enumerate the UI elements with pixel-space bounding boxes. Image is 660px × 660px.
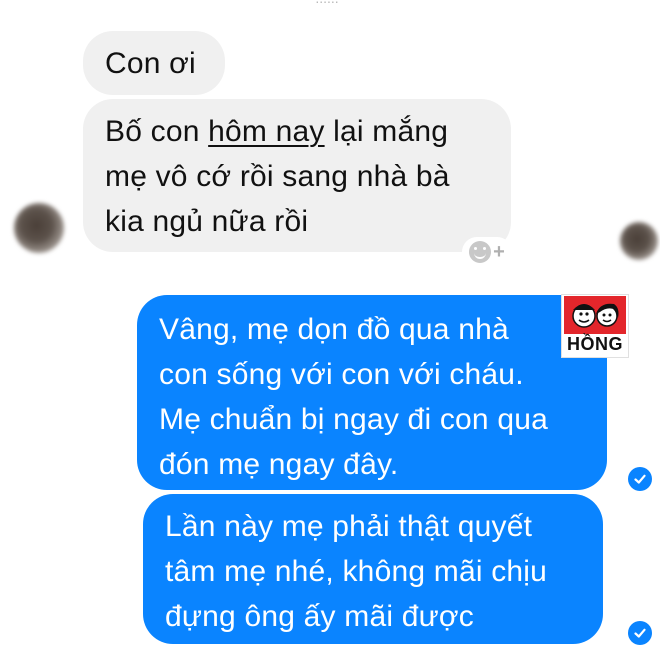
- sender-avatar[interactable]: [14, 203, 64, 253]
- seen-check-icon: [628, 621, 652, 645]
- message-bubble-incoming-1[interactable]: Con ơi: [83, 31, 225, 95]
- seen-avatar: [620, 222, 658, 260]
- message-bubble-outgoing-1[interactable]: Vâng, mẹ dọn đồ qua nhà con sống với con…: [137, 295, 607, 490]
- add-reaction-button[interactable]: +: [462, 237, 512, 267]
- logo-text: HỒNG: [567, 334, 623, 354]
- seen-check-icon: [628, 467, 652, 491]
- message-bubble-incoming-2[interactable]: Bố con hôm nay lại mắng mẹ vô cớ rồi san…: [83, 99, 511, 252]
- plus-icon: +: [493, 241, 505, 263]
- message-line-2: mẹ vô cớ rồi sang nhà bà: [105, 160, 450, 193]
- message-line-1: Bố con hôm nay lại mắng: [105, 109, 511, 154]
- message-line-3: kia ngủ nữa rồi: [105, 205, 309, 238]
- message-text: Con ơi: [105, 47, 196, 80]
- message-line-2: tâm mẹ nhé, không mãi chịu: [165, 555, 548, 588]
- message-bubble-outgoing-2[interactable]: Lần này mẹ phải thật quyết tâm mẹ nhé, k…: [143, 494, 603, 644]
- hong-logo: HỒNG: [561, 294, 629, 358]
- underlined-text: hôm nay: [208, 115, 325, 148]
- message-line-2: con sống với con với cháu.: [159, 358, 524, 391]
- message-text: Bố con: [105, 115, 209, 148]
- previous-timestamp-fragment: ......: [292, 0, 362, 6]
- message-text: lại mắng: [324, 115, 449, 148]
- message-line-1: Vâng, mẹ dọn đồ qua nhà: [159, 313, 509, 346]
- message-line-3: đựng ông ấy mãi được: [165, 600, 474, 633]
- message-line-1: Lần này mẹ phải thật quyết: [165, 510, 533, 543]
- logo-illustration: [564, 296, 626, 334]
- add-reaction-icon: [469, 241, 492, 263]
- message-line-3: Mẹ chuẩn bị ngay đi con qua: [159, 403, 548, 436]
- message-line-4: đón mẹ ngay đây.: [159, 448, 399, 481]
